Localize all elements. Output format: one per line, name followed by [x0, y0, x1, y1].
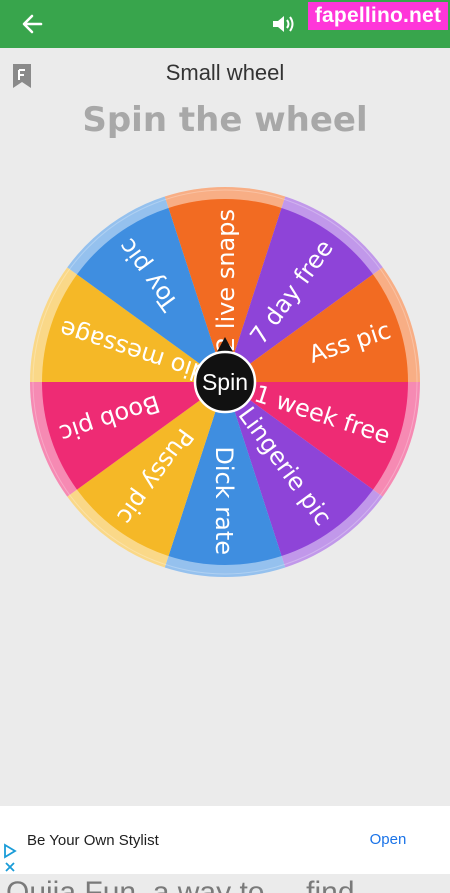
- bottom-text: Ouija Fun, a way to ... find: [6, 876, 355, 893]
- spin-wheel[interactable]: 2 live snaps 7 day freeAss pic1 week free…: [20, 177, 430, 587]
- app-bar-actions: [266, 6, 302, 42]
- wheel-segment-label: 2 live snaps: [212, 209, 240, 352]
- volume-button[interactable]: [266, 6, 302, 42]
- bottom-content-fragment: Ouija Fun, a way to ... find: [0, 874, 450, 893]
- volume-icon: [273, 16, 294, 32]
- wheel-segment-label: Dick rate: [210, 446, 238, 555]
- spin-label: Spin: [202, 369, 248, 395]
- ad-text: Be Your Own Stylist: [27, 832, 159, 849]
- ad-banner[interactable]: Be Your Own Stylist Open: [0, 806, 450, 874]
- page-title: Spin the wheel: [82, 100, 368, 140]
- adchoices-icon[interactable]: [3, 842, 17, 874]
- app-bar: fapellino.net: [0, 0, 450, 48]
- back-button[interactable]: [14, 6, 50, 42]
- wheel-name: Small wheel: [165, 60, 285, 85]
- ad-open-button[interactable]: Open: [356, 824, 420, 856]
- arrow-left-icon: [22, 14, 43, 34]
- watermark: fapellino.net: [308, 2, 448, 30]
